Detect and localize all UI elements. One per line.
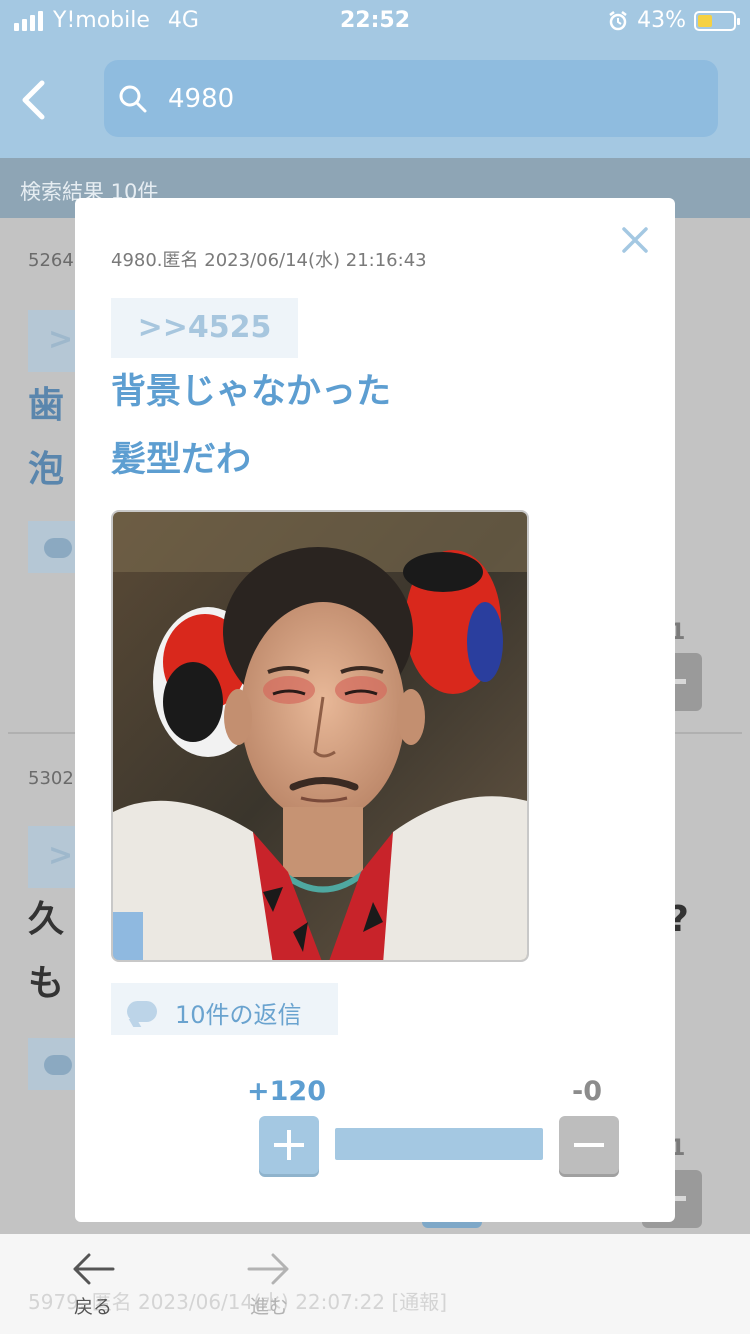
close-icon[interactable]	[615, 220, 655, 260]
minus-vote-button[interactable]	[559, 1116, 619, 1174]
reply-count-label: 10件の返信	[175, 1001, 302, 1029]
post-body-line: 背景じゃなかった	[111, 372, 392, 412]
vote-ratio-bar	[335, 1128, 543, 1160]
portrait-image	[113, 512, 527, 960]
app-screen: Y!mobile 4G 22:52 43% 4980 検索結果 10件 5264…	[0, 0, 750, 1334]
post-anchor-link[interactable]: >>4525	[111, 298, 298, 358]
back-chevron-icon[interactable]	[16, 80, 56, 120]
post-number: 5264	[28, 250, 74, 271]
vote-ratio-fill	[335, 1128, 543, 1160]
search-input[interactable]: 4980	[104, 60, 718, 137]
status-right: 43%	[607, 8, 740, 33]
post-detail-modal: 4980.匿名 2023/06/14(水) 21:16:43 >>4525 背景…	[75, 198, 675, 1222]
battery-percent: 43%	[637, 8, 686, 33]
post-text-line: 久	[28, 899, 65, 940]
plus-vote-button[interactable]	[259, 1116, 319, 1174]
post-text-line: 歯	[28, 385, 65, 426]
post-meta: 4980.匿名 2023/06/14(水) 21:16:43	[111, 250, 427, 271]
minus-vote-count: -0	[572, 1076, 602, 1107]
search-icon	[119, 85, 147, 113]
nav-back-button[interactable]: 戻る	[48, 1252, 138, 1319]
comment-icon	[127, 1001, 157, 1022]
post-number: 5302	[28, 768, 74, 789]
search-query: 4980	[168, 84, 235, 114]
post-body-line: 髪型だわ	[111, 440, 252, 480]
bottom-navigation: 5979. 匿名 2023/06/14(水) 22:07:22 [通報] 戻る …	[0, 1234, 750, 1334]
nav-forward-label: 進む	[249, 1296, 288, 1318]
nav-back-label: 戻る	[73, 1296, 112, 1318]
post-text-line: 泡	[28, 449, 65, 490]
arrow-right-icon	[247, 1253, 289, 1285]
search-header: 4980	[0, 40, 750, 158]
nav-forward-button[interactable]: 進む	[224, 1252, 314, 1319]
post-image[interactable]	[111, 510, 529, 962]
reply-count-button[interactable]: 10件の返信	[111, 983, 338, 1035]
alarm-icon	[609, 10, 627, 30]
post-text-line: も	[28, 963, 65, 1004]
status-bar: Y!mobile 4G 22:52 43%	[0, 0, 750, 40]
arrow-left-icon	[73, 1253, 115, 1285]
post-body: 背景じゃなかった 髪型だわ	[111, 358, 391, 494]
plus-vote-count: +120	[247, 1076, 326, 1107]
battery-icon	[694, 10, 740, 31]
